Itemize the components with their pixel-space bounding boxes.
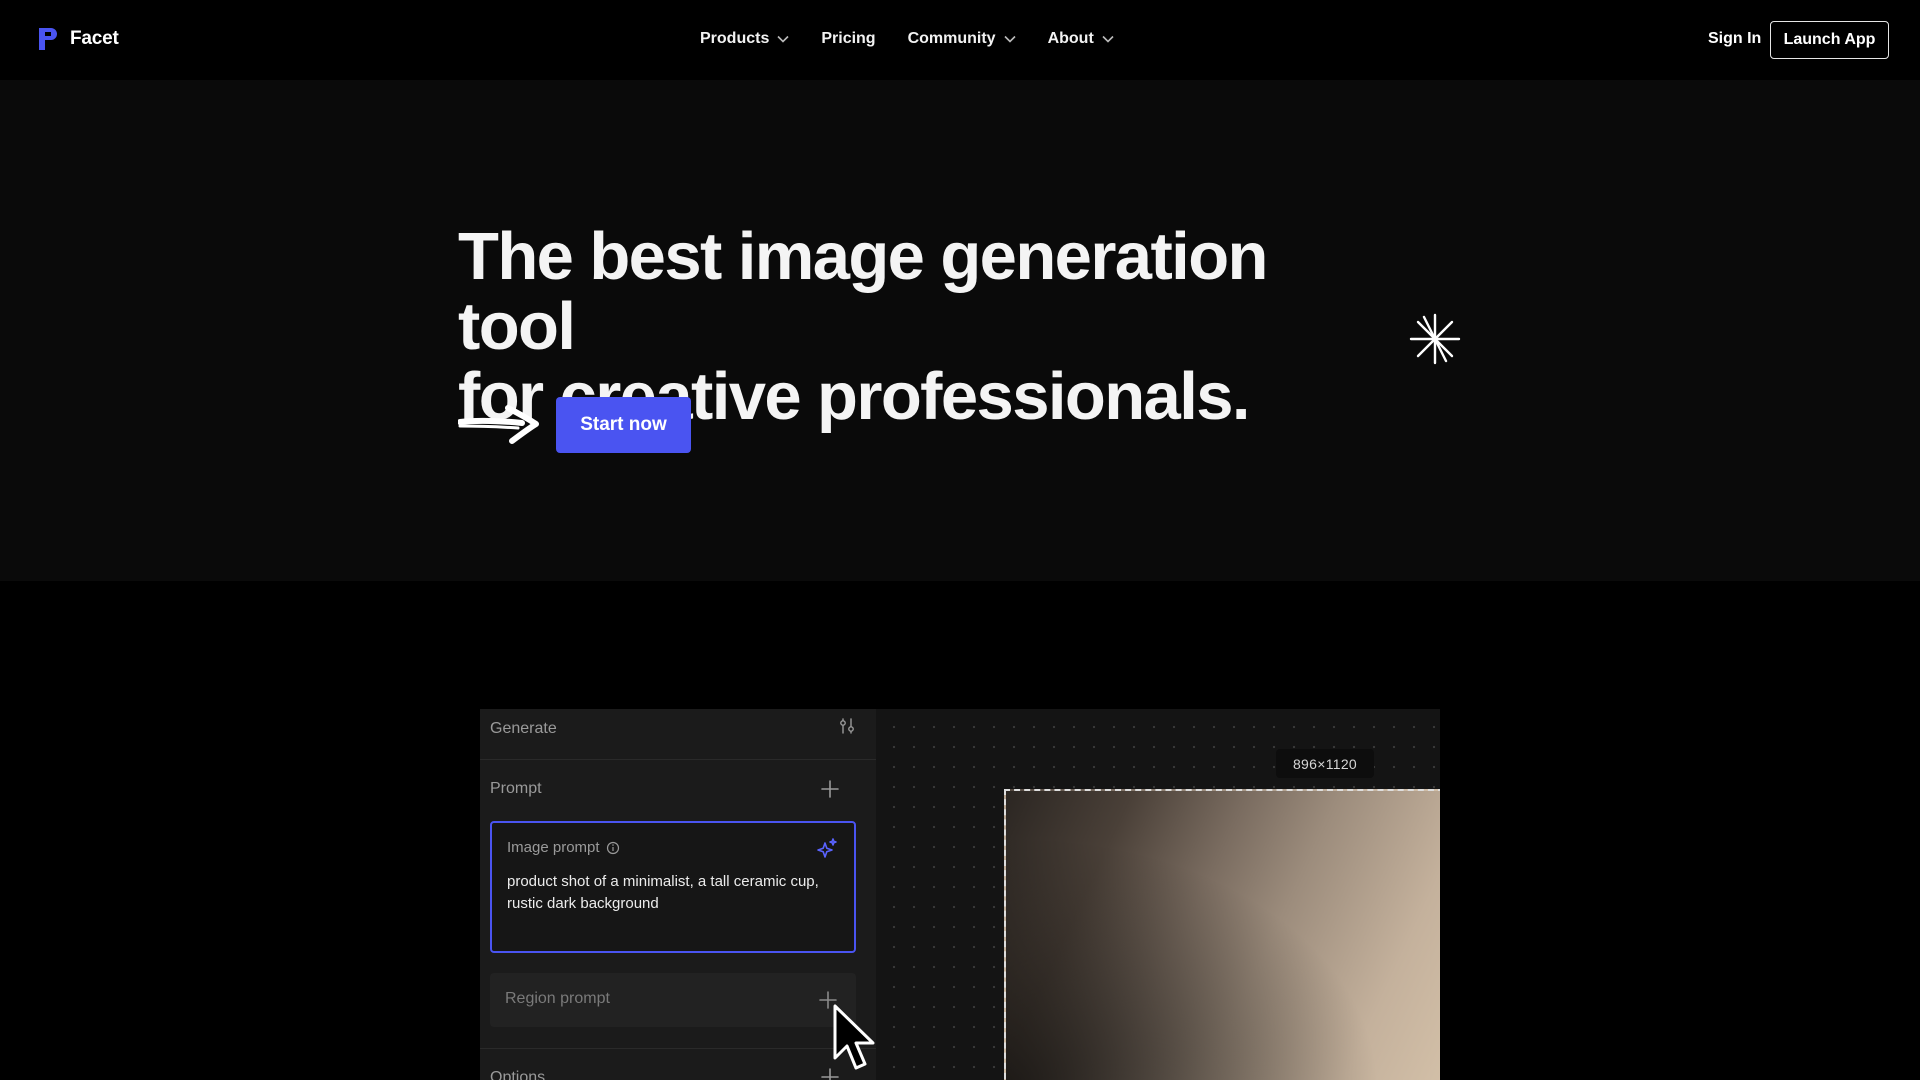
generate-panel: Generate Prompt Image prompt product sho… (480, 709, 876, 1080)
image-prompt-textarea[interactable]: product shot of a minimalist, a tall cer… (507, 871, 837, 915)
nav-about-label: About (1047, 30, 1094, 47)
hero-section: The best image generation tool for creat… (0, 80, 1920, 581)
image-prompt-box[interactable]: Image prompt product shot of a minimalis… (490, 821, 856, 953)
canvas-size-badge: 896×1120 (1276, 749, 1374, 778)
sparkle-star-icon (1409, 313, 1461, 365)
panel-divider (480, 1048, 876, 1049)
nav-pricing[interactable]: Pricing (821, 30, 875, 48)
chevron-down-icon (777, 35, 789, 43)
enhance-prompt-sparkle-icon[interactable] (816, 837, 838, 859)
generate-panel-header: Generate (480, 709, 876, 760)
facet-logo-icon (39, 28, 57, 50)
app-preview: Generate Prompt Image prompt product sho… (480, 709, 1440, 1080)
nav-community-label: Community (907, 30, 996, 47)
sign-in-link[interactable]: Sign In (1708, 30, 1761, 48)
mouse-cursor-icon (833, 1004, 875, 1070)
image-prompt-label: Image prompt (507, 839, 600, 856)
hand-drawn-arrow-icon (458, 405, 539, 444)
region-prompt-row[interactable]: Region prompt (490, 973, 856, 1027)
launch-app-button[interactable]: Launch App (1770, 21, 1889, 59)
chevron-down-icon (1102, 35, 1114, 43)
region-prompt-label: Region prompt (505, 990, 610, 1007)
hero-title-line-1: The best image generation tool (458, 219, 1268, 364)
info-icon[interactable] (606, 841, 620, 855)
nav-about[interactable]: About (1048, 30, 1114, 48)
nav-products[interactable]: Products (700, 30, 789, 48)
generated-image (1006, 791, 1440, 1080)
options-section-label: Options (490, 1069, 546, 1080)
add-prompt-icon[interactable] (820, 779, 840, 799)
top-navigation: Facet Products Pricing Community About S… (0, 0, 1920, 80)
brand[interactable]: Facet (36, 26, 119, 52)
nav-links: Products Pricing Community About (700, 30, 1146, 48)
prompt-section-label: Prompt (490, 780, 542, 797)
nav-products-label: Products (700, 30, 770, 47)
nav-pricing-label: Pricing (821, 30, 876, 47)
generation-canvas[interactable]: 896×1120 (876, 709, 1440, 1080)
brand-name: Facet (70, 28, 119, 49)
generate-panel-title: Generate (490, 720, 557, 737)
start-now-button[interactable]: Start now (556, 397, 691, 453)
chevron-down-icon (1004, 35, 1016, 43)
image-prompt-label-row: Image prompt (507, 839, 620, 856)
generated-image-frame[interactable] (1004, 789, 1440, 1080)
nav-community[interactable]: Community (908, 30, 1016, 48)
sliders-icon[interactable] (838, 717, 856, 735)
